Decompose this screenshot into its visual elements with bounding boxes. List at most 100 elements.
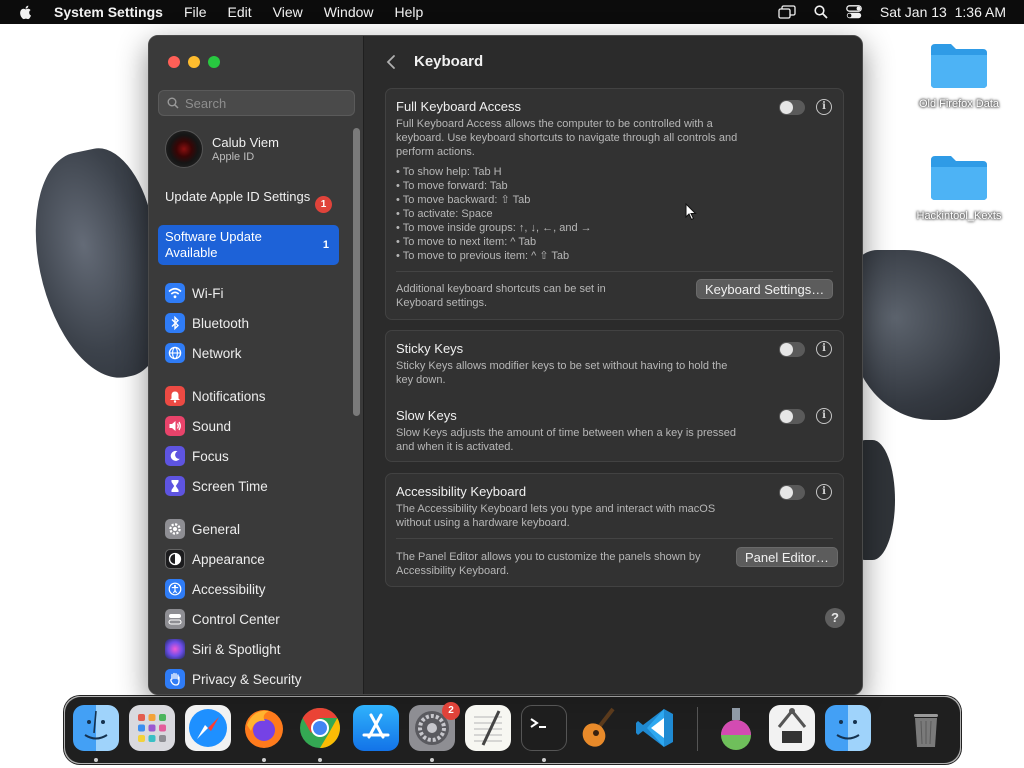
- file-menu[interactable]: File: [184, 4, 207, 20]
- sidebar-item-label: Wi-Fi: [192, 285, 224, 301]
- running-indicator: [94, 758, 98, 762]
- apple-id-account[interactable]: Calub Viem Apple ID: [165, 130, 279, 168]
- full-keyboard-access-title: Full Keyboard Access: [396, 99, 522, 114]
- hackintool-icon[interactable]: [769, 705, 815, 751]
- screen-mirroring-icon[interactable]: [778, 5, 796, 19]
- accessibility-keyboard-card: Accessibility Keyboard The Accessibility…: [385, 473, 844, 587]
- avatar: [165, 130, 203, 168]
- update-apple-id-label: Update Apple ID Settings: [165, 189, 311, 204]
- safari-icon[interactable]: [185, 705, 231, 751]
- siri-icon: [165, 639, 185, 659]
- info-icon[interactable]: i: [816, 408, 832, 424]
- shortcut-item: • To move forward: Tab: [396, 180, 508, 192]
- info-icon[interactable]: i: [816, 99, 832, 115]
- full-keyboard-access-toggle[interactable]: [779, 100, 805, 115]
- description-line: perform actions.: [396, 146, 475, 158]
- panel-editor-button[interactable]: Panel Editor…: [736, 547, 838, 567]
- desktop-folder[interactable]: Hackintool_Kexts: [904, 152, 1014, 222]
- globe-icon: [165, 343, 185, 363]
- keyboard-settings-button[interactable]: Keyboard Settings…: [696, 279, 834, 299]
- divider: [396, 538, 833, 539]
- chrome-icon[interactable]: [297, 705, 343, 751]
- control-center-icon[interactable]: [846, 5, 862, 19]
- finder-icon[interactable]: [73, 705, 119, 751]
- spotlight-search-icon[interactable]: [814, 5, 828, 19]
- moon-icon: [165, 446, 185, 466]
- edit-menu[interactable]: Edit: [228, 4, 252, 20]
- description-line: Additional keyboard shortcuts can be set…: [396, 283, 606, 295]
- sidebar-item-focus[interactable]: Focus: [165, 445, 229, 467]
- folder-icon: [929, 40, 989, 88]
- sidebar-item-label: Siri & Spotlight: [192, 641, 281, 657]
- window-menu[interactable]: Window: [324, 4, 374, 20]
- speaker-icon: [165, 416, 185, 436]
- sticky-keys-toggle[interactable]: [779, 342, 805, 357]
- info-icon[interactable]: i: [816, 341, 832, 357]
- sidebar-item-control-center[interactable]: Control Center: [165, 608, 280, 630]
- search-icon: [167, 97, 179, 109]
- sidebar-scrollbar[interactable]: [353, 128, 360, 416]
- minimize-button[interactable]: [188, 56, 200, 68]
- sidebar-item-appearance[interactable]: Appearance: [165, 548, 265, 570]
- description-line: Keyboard settings.: [396, 297, 488, 309]
- sidebar-item-label: Appearance: [192, 551, 265, 567]
- running-indicator: [318, 758, 322, 762]
- sidebar-item-network[interactable]: Network: [165, 342, 242, 364]
- description-line: Slow Keys adjusts the amount of time bet…: [396, 427, 736, 439]
- help-menu[interactable]: Help: [395, 4, 424, 20]
- bluetooth-icon: [165, 313, 185, 333]
- sidebar-item-privacy-security[interactable]: Privacy & Security: [165, 668, 302, 690]
- guitar-icon[interactable]: [577, 705, 623, 751]
- apple-menu-icon[interactable]: [18, 4, 34, 20]
- terminal-icon[interactable]: [521, 705, 567, 751]
- sidebar-item-bluetooth[interactable]: Bluetooth: [165, 312, 249, 334]
- firefox-icon[interactable]: [241, 705, 287, 751]
- info-icon[interactable]: i: [816, 484, 832, 500]
- sidebar-item-accessibility[interactable]: Accessibility: [165, 578, 266, 600]
- sidebar-item-screen-time[interactable]: Screen Time: [165, 475, 268, 497]
- menubar-clock[interactable]: Sat Jan 13 1:36 AM: [880, 4, 1006, 20]
- close-button[interactable]: [168, 56, 180, 68]
- divider: [396, 271, 833, 272]
- textedit-icon[interactable]: [465, 705, 511, 751]
- slow-keys-toggle[interactable]: [779, 409, 805, 424]
- description-line: Sticky Keys allows modifier keys to be s…: [396, 360, 728, 372]
- desktop-folder-label: Hackintool_Kexts: [916, 210, 1002, 222]
- description-line: without using a hardware keyboard.: [396, 517, 570, 529]
- trash-icon[interactable]: [903, 705, 949, 751]
- sticky-slow-keys-card: Sticky Keys Sticky Keys allows modifier …: [385, 330, 844, 462]
- view-menu[interactable]: View: [273, 4, 303, 20]
- description-line: and when it is activated.: [396, 441, 514, 453]
- sidebar-item-general[interactable]: General: [165, 518, 240, 540]
- sidebar-item-notifications[interactable]: Notifications: [165, 385, 266, 407]
- accessibility-keyboard-toggle[interactable]: [779, 485, 805, 500]
- mouse-cursor-icon: [685, 203, 697, 221]
- back-chevron-icon[interactable]: [385, 53, 399, 71]
- window-controls: [168, 56, 220, 68]
- vscode-icon[interactable]: [633, 705, 679, 751]
- help-button[interactable]: ?: [825, 608, 845, 628]
- software-update-available[interactable]: Software Update Available 1: [158, 225, 339, 265]
- search-field[interactable]: [158, 90, 355, 116]
- full-keyboard-access-description: Full Keyboard Access allows the computer…: [396, 117, 737, 159]
- sidebar-item-siri-spotlight[interactable]: Siri & Spotlight: [165, 638, 281, 660]
- page-title: Keyboard: [414, 53, 484, 70]
- software-update-count: 1: [322, 239, 329, 251]
- flask-icon[interactable]: [713, 705, 759, 751]
- launchpad-icon[interactable]: [129, 705, 175, 751]
- sidebar-item-wifi[interactable]: Wi-Fi: [165, 282, 223, 304]
- desktop-folder[interactable]: Old Firefox Data: [904, 40, 1014, 110]
- description-line: keyboard. Use keyboard shortcuts to navi…: [396, 132, 738, 144]
- search-input[interactable]: [185, 95, 345, 111]
- zoom-button[interactable]: [208, 56, 220, 68]
- update-apple-id-settings[interactable]: Update Apple ID Settings: [165, 189, 337, 205]
- menu-bar: System Settings File Edit View Window He…: [0, 0, 1024, 24]
- sidebar-item-label: General: [192, 521, 241, 537]
- sidebar: Calub Viem Apple ID Update Apple ID Sett…: [149, 36, 364, 694]
- app-menu[interactable]: System Settings: [54, 4, 163, 20]
- dock: 2: [64, 696, 961, 764]
- sidebar-item-label: Focus: [192, 448, 229, 464]
- sidebar-item-sound[interactable]: Sound: [165, 415, 231, 437]
- migration-icon[interactable]: [825, 705, 871, 751]
- app-store-icon[interactable]: [353, 705, 399, 751]
